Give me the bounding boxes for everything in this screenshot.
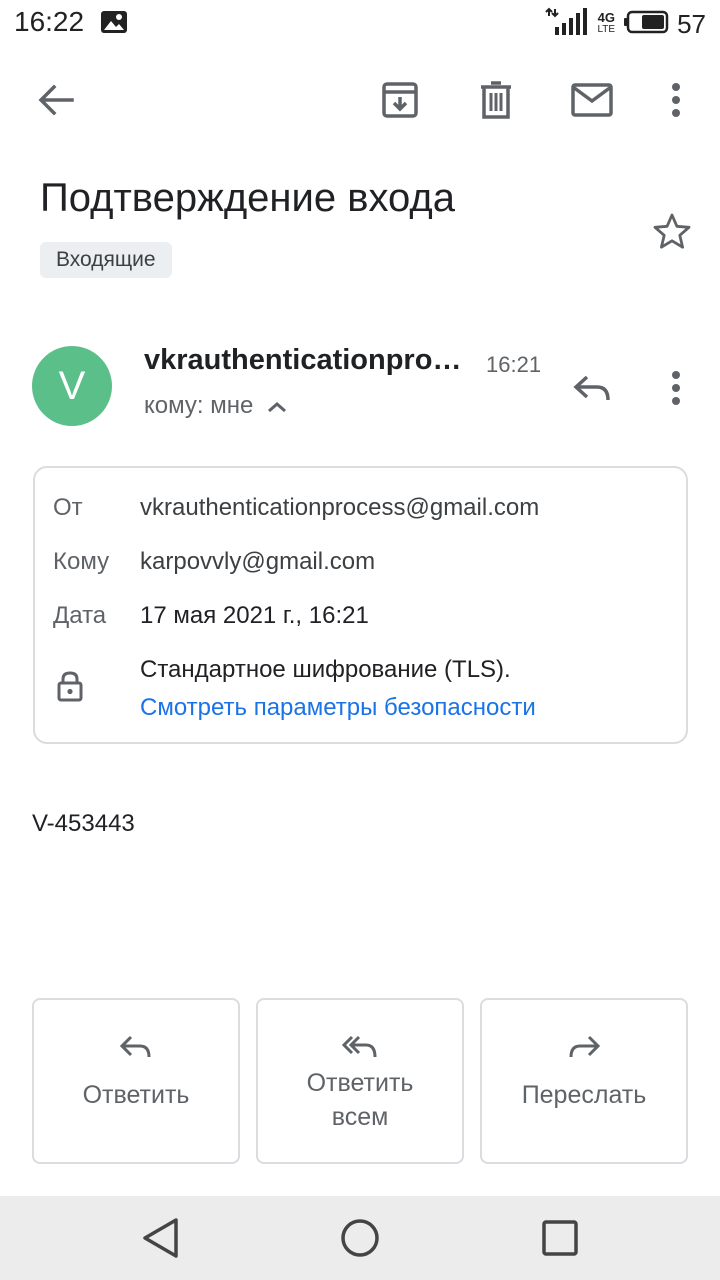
security-link[interactable]: Смотреть параметры безопасности: [140, 694, 536, 722]
system-nav-bar: [0, 1196, 720, 1280]
message-details-card: От vkrauthenticationprocess@gmail.com Ко…: [33, 466, 688, 744]
sender-avatar[interactable]: V: [32, 346, 112, 426]
forward-icon: [568, 1032, 600, 1062]
trash-icon[interactable]: [472, 76, 520, 124]
message-more-icon[interactable]: [660, 364, 692, 412]
star-icon[interactable]: [648, 208, 696, 256]
forward-button[interactable]: Переслать: [480, 998, 688, 1164]
chevron-up-icon: [267, 392, 287, 420]
recipient-line: кому: мне: [144, 392, 254, 419]
gallery-icon: [100, 10, 128, 39]
to-label: Кому: [53, 548, 110, 575]
security-text: Стандартное шифрование (TLS).: [140, 656, 511, 683]
reply-all-button[interactable]: Ответить всем: [256, 998, 464, 1164]
from-value[interactable]: vkrauthenticationprocess@gmail.com: [140, 494, 539, 522]
date-value: 17 мая 2021 г., 16:21: [140, 602, 369, 629]
nav-home-icon[interactable]: [340, 1218, 380, 1263]
mail-icon[interactable]: [566, 76, 618, 124]
sender-name[interactable]: vkrauthenticationprocess@gmail.com: [144, 344, 466, 377]
status-indicators: 4G LTE 57: [545, 4, 706, 44]
sender-time: 16:21: [486, 352, 542, 377]
reply-button[interactable]: Ответить: [32, 998, 240, 1164]
reply-label: Ответить: [82, 1081, 190, 1109]
lock-icon: [57, 670, 83, 707]
battery-icon: [623, 10, 669, 39]
to-value[interactable]: karpovvly@gmail.com: [140, 548, 375, 576]
status-bar: 16:22 4G LTE 57: [0, 0, 720, 48]
email-subject: Подтверждение входа: [40, 176, 455, 220]
date-label: Дата: [53, 602, 107, 629]
recipient-toggle[interactable]: кому: мне: [144, 392, 287, 420]
from-label: От: [53, 494, 83, 521]
archive-icon[interactable]: [376, 76, 424, 124]
reply-icon[interactable]: [568, 364, 616, 412]
network-type: 4G LTE: [597, 10, 616, 35]
status-time: 16:22: [14, 6, 85, 37]
battery-level: 57: [677, 8, 706, 39]
email-body: V-453443: [32, 810, 135, 837]
signal-icon: [545, 7, 589, 42]
forward-label: Переслать: [521, 1081, 647, 1109]
avatar-letter: V: [58, 363, 86, 408]
reply-all-icon: [342, 1032, 378, 1062]
back-arrow-icon[interactable]: [30, 76, 82, 124]
nav-back-icon[interactable]: [140, 1216, 180, 1265]
inbox-label-chip[interactable]: Входящие: [40, 242, 172, 278]
more-vert-icon[interactable]: [660, 76, 692, 124]
reply-all-label: Ответить всем: [306, 1069, 414, 1131]
nav-recents-icon[interactable]: [542, 1220, 578, 1261]
reply-icon: [120, 1032, 152, 1062]
